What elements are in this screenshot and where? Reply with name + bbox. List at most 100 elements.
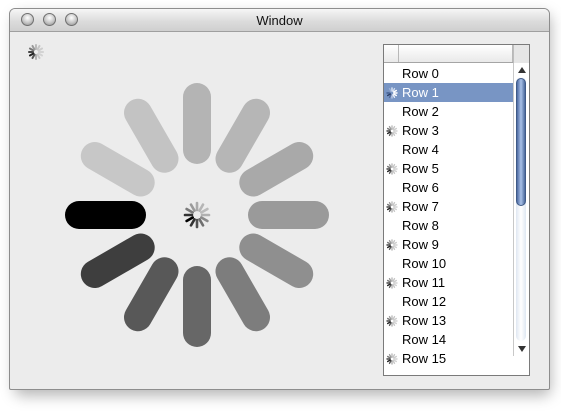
spinner-bar bbox=[189, 218, 196, 227]
table-row[interactable]: Row 11 bbox=[384, 273, 513, 292]
spinner-bar bbox=[393, 203, 398, 207]
large-spinner-bar bbox=[124, 98, 179, 173]
row-label: Row 8 bbox=[402, 218, 439, 233]
spinner-bar bbox=[393, 169, 398, 173]
spinner-bar bbox=[185, 216, 194, 223]
table-header bbox=[384, 45, 513, 63]
spinner-bar bbox=[393, 359, 398, 363]
row-label: Row 9 bbox=[402, 237, 439, 252]
spinner-bar bbox=[388, 284, 392, 289]
spinner-bar bbox=[386, 207, 391, 211]
table-row[interactable]: Row 4 bbox=[384, 140, 513, 159]
spinner-bar bbox=[392, 353, 396, 358]
spinner-bar bbox=[388, 277, 392, 282]
row-label: Row 6 bbox=[402, 180, 439, 195]
spinner-bar bbox=[198, 218, 205, 227]
table-row[interactable]: Row 3 bbox=[384, 121, 513, 140]
spinner-bar bbox=[386, 321, 391, 325]
row-label: Row 5 bbox=[402, 161, 439, 176]
row-label: Row 11 bbox=[402, 275, 446, 290]
spinner-bar bbox=[386, 165, 391, 169]
spinner-bar bbox=[388, 208, 392, 213]
spinner-bar bbox=[388, 315, 392, 320]
spinner-bar bbox=[388, 170, 392, 175]
spinner-bar bbox=[393, 283, 398, 287]
spinner-bar bbox=[386, 131, 391, 135]
table-row[interactable]: Row 0 bbox=[384, 64, 513, 83]
spinner-bar bbox=[388, 322, 392, 327]
spinner-bar bbox=[386, 245, 391, 249]
header-column-spinner[interactable] bbox=[384, 45, 399, 62]
spinner-bar bbox=[392, 163, 396, 168]
table-row[interactable]: Row 12 bbox=[384, 292, 513, 311]
spinner-bar bbox=[386, 283, 391, 287]
spinner-bar bbox=[386, 241, 391, 245]
table-row[interactable]: Row 9 bbox=[384, 235, 513, 254]
vertical-scrollbar[interactable] bbox=[513, 63, 529, 356]
spinner-bar bbox=[386, 127, 391, 131]
spinner-bar bbox=[393, 355, 398, 359]
spinner-bar bbox=[393, 89, 398, 93]
spinner-bar bbox=[393, 165, 398, 169]
spinner-bar bbox=[392, 201, 396, 206]
spinner-bar bbox=[393, 317, 398, 321]
row-label: Row 12 bbox=[402, 294, 447, 309]
spinner-bar bbox=[200, 207, 209, 214]
spinner-bar bbox=[392, 239, 396, 244]
table-row[interactable]: Row 1 bbox=[384, 83, 513, 102]
spinner-bar bbox=[393, 245, 398, 249]
spinner-bar bbox=[388, 353, 392, 358]
row-spinner-icon bbox=[386, 277, 398, 289]
scroll-thumb[interactable] bbox=[516, 78, 526, 206]
row-label: Row 7 bbox=[402, 199, 439, 214]
spinner-bar bbox=[185, 207, 194, 214]
spinner-bar bbox=[198, 203, 205, 212]
spinner-bar bbox=[386, 203, 391, 207]
row-spinner-icon bbox=[386, 163, 398, 175]
table-row[interactable]: Row 5 bbox=[384, 159, 513, 178]
spinner-bar bbox=[386, 169, 391, 173]
table-row[interactable]: Row 7 bbox=[384, 197, 513, 216]
spinner-bar bbox=[392, 360, 396, 365]
table-view[interactable]: Row 0 Row 1 Row 2 Row 3 Row 4 Row 5 Row 6 Row 7… bbox=[383, 44, 530, 376]
spinner-bar bbox=[392, 132, 396, 137]
spinner-bar bbox=[392, 170, 396, 175]
center-spinner-icon bbox=[183, 201, 211, 229]
table-row[interactable]: Row 10 bbox=[384, 254, 513, 273]
spinner-bar bbox=[392, 277, 396, 282]
spinner-bar bbox=[388, 239, 392, 244]
spinner-bar bbox=[386, 93, 391, 97]
spinner-bar bbox=[393, 241, 398, 245]
row-label: Row 3 bbox=[402, 123, 439, 138]
large-spinner-bar bbox=[80, 233, 155, 288]
table-row[interactable]: Row 2 bbox=[384, 102, 513, 121]
main-window: Window Row 0 Row 1 Row 2 Row 3 Row 4 Row 5 Row… bbox=[9, 8, 550, 390]
scroll-up-arrow-icon[interactable] bbox=[518, 67, 526, 73]
table-row[interactable]: Row 8 bbox=[384, 216, 513, 235]
row-spinner-icon bbox=[386, 201, 398, 213]
large-spinner-bar bbox=[80, 142, 155, 197]
row-label: Row 1 bbox=[402, 85, 439, 100]
row-spinner-icon bbox=[386, 315, 398, 327]
spinner-bar bbox=[393, 127, 398, 131]
header-column-label[interactable] bbox=[399, 45, 513, 62]
table-row[interactable]: Row 14 bbox=[384, 330, 513, 349]
spinner-bar bbox=[200, 216, 209, 223]
table-row[interactable]: Row 15 bbox=[384, 349, 513, 368]
large-spinner-bar bbox=[239, 142, 314, 197]
large-spinner-icon bbox=[65, 83, 329, 347]
spinner-bar bbox=[393, 279, 398, 283]
header-corner bbox=[513, 45, 529, 63]
row-spinner-icon bbox=[386, 239, 398, 251]
scroll-down-arrow-icon[interactable] bbox=[518, 346, 526, 352]
table-row[interactable]: Row 6 bbox=[384, 178, 513, 197]
table-rows: Row 0 Row 1 Row 2 Row 3 Row 4 Row 5 Row 6 Row 7… bbox=[384, 64, 513, 375]
spinner-bar bbox=[388, 163, 392, 168]
large-spinner-bar bbox=[215, 257, 270, 332]
large-spinner-bar bbox=[215, 98, 270, 173]
spinner-bar bbox=[393, 131, 398, 135]
spinner-bar bbox=[386, 279, 391, 283]
table-row[interactable]: Row 13 bbox=[384, 311, 513, 330]
large-spinner-bar bbox=[239, 233, 314, 288]
row-label: Row 15 bbox=[402, 351, 447, 366]
